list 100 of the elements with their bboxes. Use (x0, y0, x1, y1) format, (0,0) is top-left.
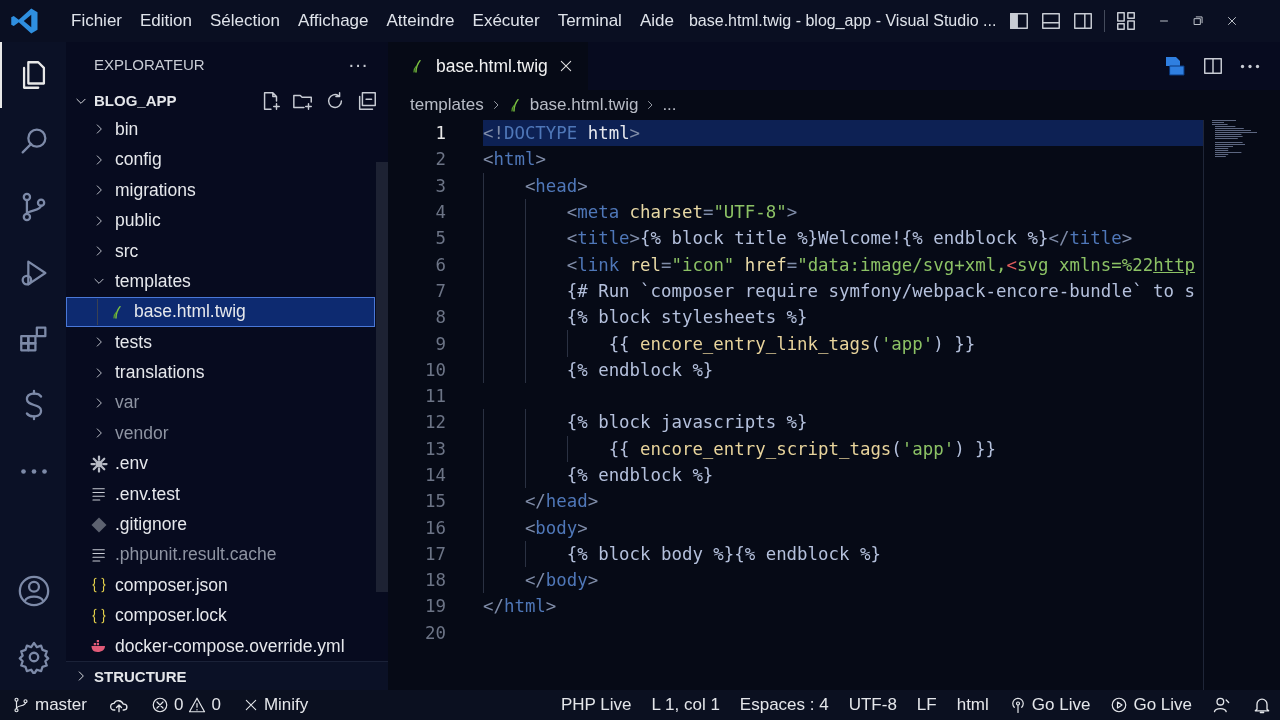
window-title: base.html.twig - blog_app - Visual Studio ... (688, 12, 997, 30)
code-line: {{ encore_entry_script_tags('app') }} (483, 435, 1203, 462)
structure-section-header[interactable]: STRUCTURE (66, 661, 388, 690)
menu-item[interactable]: Exécuter (463, 5, 549, 37)
status-item[interactable]: Go Live (1008, 695, 1091, 715)
line-number: 1 (434, 123, 446, 144)
accounts-button[interactable] (1212, 695, 1232, 715)
folder-item[interactable]: var (66, 387, 375, 419)
split-editor-icon (1202, 55, 1224, 77)
folder-item[interactable]: vendor (66, 418, 375, 449)
more-icon (20, 467, 48, 475)
breadcrumb[interactable]: base.html.twig (507, 95, 639, 115)
line-number: 13 (424, 438, 446, 459)
line-number: 4 (434, 202, 446, 223)
settings-icon (17, 640, 51, 674)
line-number: 10 (424, 359, 446, 380)
menu-item[interactable]: Edition (131, 5, 201, 37)
more-icon (1240, 63, 1260, 69)
menu-item[interactable]: Affichage (288, 5, 378, 37)
line-number: 18 (424, 570, 446, 591)
file-item[interactable]: docker-compose.override.yml (66, 630, 375, 662)
editor-tab[interactable]: base.html.twig (388, 42, 588, 90)
sidebar-layout-icon (1008, 10, 1031, 32)
line-number: 5 (434, 228, 446, 249)
collapse-all-button[interactable] (356, 89, 378, 112)
more-actions-button[interactable] (1240, 63, 1260, 69)
scrollbar[interactable] (376, 162, 388, 592)
line-number: 15 (424, 491, 446, 512)
problems-button[interactable]: 0 0 (150, 695, 221, 715)
toggle-sidebar-button[interactable] (1008, 10, 1031, 32)
code-line: </body> (483, 567, 1203, 594)
status-item[interactable]: LF (916, 695, 937, 715)
restore-icon (1191, 14, 1206, 28)
folder-item[interactable]: migrations (66, 175, 375, 206)
restore-button[interactable] (1191, 14, 1206, 28)
line-number: 3 (434, 175, 446, 196)
line-number: 7 (434, 280, 446, 301)
code-line: </head> (483, 488, 1203, 515)
split-editor-button[interactable] (1202, 55, 1224, 77)
panel-layout-icon (1040, 10, 1063, 32)
file-item[interactable]: .gitignore (66, 509, 375, 540)
status-item[interactable]: L 1, col 1 (651, 695, 720, 715)
status-item[interactable]: html (956, 695, 989, 715)
code-line: {# Run `composer require symfony/webpack-encore-bundle` to s (483, 277, 1203, 305)
toggle-secondary-sidebar-button[interactable] (1072, 10, 1095, 32)
file-item[interactable]: composer.json (66, 570, 375, 601)
status-item[interactable]: UTF-8 (848, 695, 897, 715)
menu-item[interactable]: Sélection (201, 5, 289, 37)
line-number: 6 (434, 254, 446, 275)
line-number: 16 (424, 517, 446, 538)
menu-item[interactable]: Fichier (62, 5, 131, 37)
status-item[interactable]: Espaces : 4 (739, 695, 829, 715)
braces-icon (90, 576, 108, 595)
status-item[interactable]: master (12, 695, 87, 715)
code-line: {% block stylesheets %} (483, 304, 1203, 331)
code-line: <head> (483, 172, 1203, 199)
line-number: 8 (434, 307, 446, 328)
code-line: <meta charset="UTF-8"> (483, 198, 1203, 226)
file-item[interactable]: base.html.twig (66, 296, 375, 327)
folder-item[interactable]: public (66, 205, 375, 236)
braces-icon (90, 606, 108, 625)
code-line: <title>{% block title %}Welcome!{% endblock %}</title> (483, 225, 1203, 252)
git-diamond-icon (90, 515, 108, 534)
code-line: <link rel="icon" href="data:image/svg+xml,<svg xmlns=%22http (483, 251, 1203, 278)
line-number: 9 (434, 333, 446, 354)
menu-item[interactable]: Atteindre (377, 5, 464, 37)
menu-item[interactable]: Aide (630, 5, 683, 37)
folder-item[interactable]: src (66, 235, 375, 267)
project-folder-header[interactable]: BLOG_APP (74, 92, 177, 110)
breadcrumb[interactable]: ... (662, 95, 677, 115)
person-icon (1212, 695, 1232, 715)
app-logo-icon (10, 6, 40, 36)
code-line: <html> (483, 148, 547, 172)
file-item[interactable]: .phpunit.result.cache (66, 539, 375, 571)
file-item[interactable]: .env (66, 448, 375, 479)
line-number: 20 (424, 622, 446, 643)
toggle-panel-button[interactable] (1040, 10, 1063, 32)
file-item[interactable]: composer.lock (66, 600, 375, 631)
play-circle-icon (1110, 696, 1129, 714)
line-number: 2 (434, 149, 446, 170)
folder-item[interactable]: templates (66, 266, 375, 297)
status-item[interactable]: Go Live (1110, 695, 1192, 715)
sidebar-title: EXPLORATEUR (94, 56, 205, 74)
status-item[interactable]: PHP Live (560, 695, 632, 715)
file-item[interactable]: .env.test (66, 478, 375, 510)
code-line: {% endblock %} (483, 356, 1203, 383)
folder-item[interactable]: config (66, 144, 375, 176)
secondary-sidebar-icon (1072, 10, 1095, 32)
menu-item[interactable]: Terminal (548, 5, 631, 37)
folder-item[interactable]: bin (66, 114, 375, 145)
folder-item[interactable]: translations (66, 357, 375, 388)
status-item[interactable]: Minify (242, 695, 309, 715)
line-number: 14 (424, 465, 446, 485)
code-line: </html> (483, 595, 558, 619)
code-line: <body> (483, 514, 1203, 541)
breadcrumb[interactable]: templates (410, 95, 484, 115)
folder-item[interactable]: tests (66, 327, 375, 358)
customize-layout-button[interactable] (1115, 10, 1138, 32)
more-actions-button[interactable]: ··· (348, 53, 368, 77)
lines-icon (90, 485, 108, 504)
